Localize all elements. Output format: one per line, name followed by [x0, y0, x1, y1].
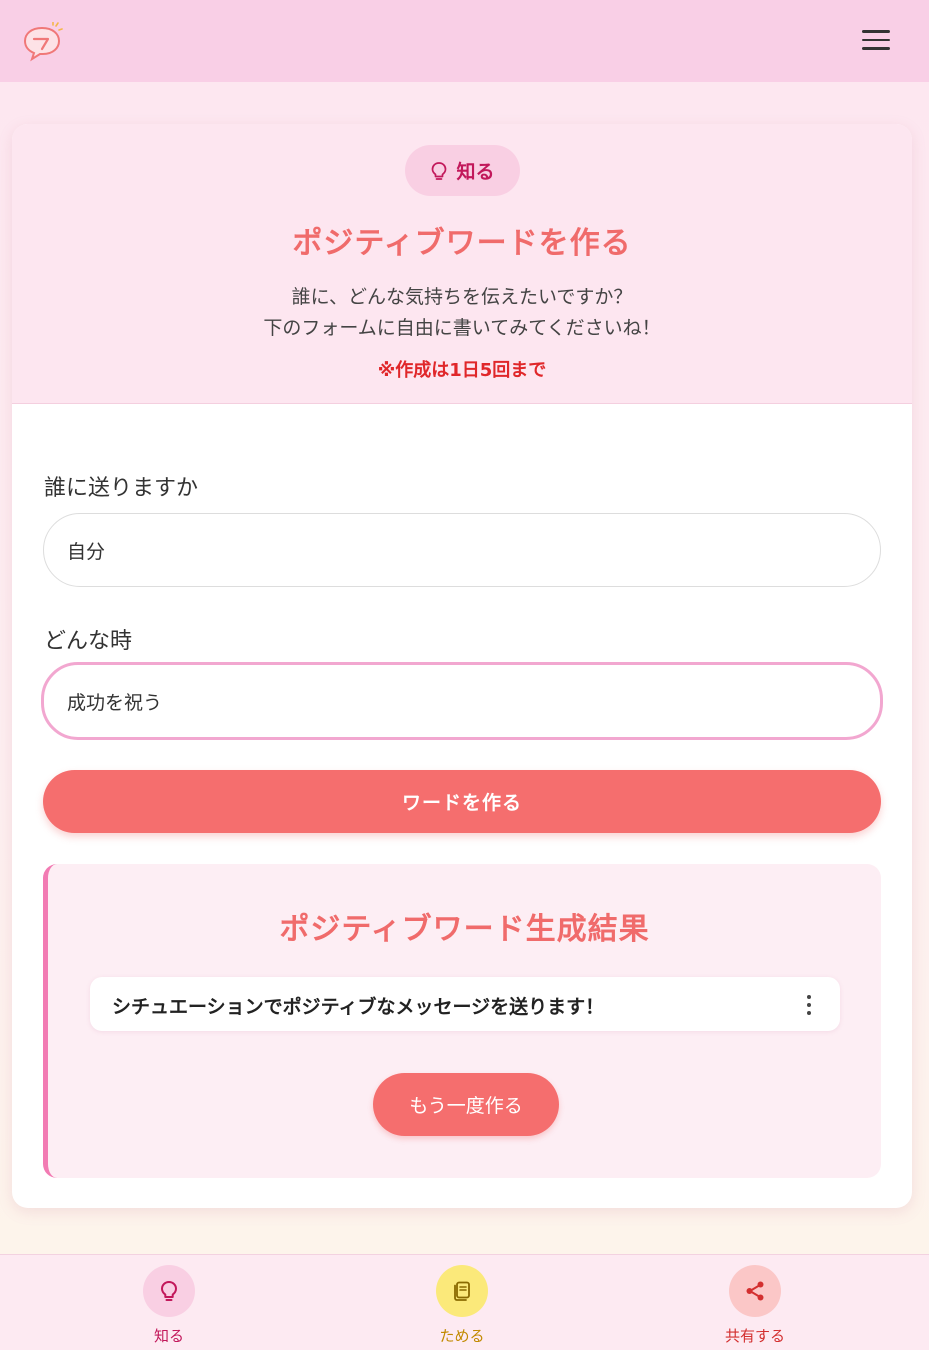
nav-item-save[interactable]: ためる	[402, 1265, 522, 1347]
category-badge: 知る	[405, 145, 520, 196]
occasion-label: どんな時	[44, 629, 133, 654]
lightbulb-icon	[432, 161, 447, 180]
recipient-input[interactable]	[43, 513, 881, 587]
more-vertical-icon[interactable]	[804, 995, 814, 1015]
top-bar	[0, 0, 929, 82]
nav-label-learn: 知る	[153, 1327, 184, 1345]
result-item: シチュエーションでポジティブなメッセージを送ります！	[90, 977, 840, 1031]
nav-item-learn[interactable]: 知る	[109, 1265, 229, 1347]
bottom-nav: 知る ためる 共有する	[0, 1254, 929, 1350]
hamburger-menu-icon[interactable]	[862, 30, 890, 54]
page-title: ポジティブワードを作る	[292, 226, 632, 261]
result-title: ポジティブワード生成結果	[279, 912, 650, 947]
retry-button[interactable]: もう一度作る	[373, 1073, 559, 1136]
share-icon	[729, 1265, 781, 1317]
subtitle-line-1: 誰に、どんな気持ちを伝えたいですか？	[291, 286, 633, 308]
badge-label: 知る	[456, 161, 495, 183]
subtitle-line-2: 下のフォームに自由に書いてみてくださいね！	[263, 317, 661, 339]
speech-bubble-logo-icon[interactable]	[22, 21, 64, 62]
intro-section: 知る ポジティブワードを作る 誰に、どんな気持ちを伝えたいですか？ 下のフォーム…	[12, 124, 912, 404]
result-panel: ポジティブワード生成結果 シチュエーションでポジティブなメッセージを送ります！ …	[43, 864, 881, 1178]
limit-note: ※作成は1日5回まで	[377, 360, 547, 381]
notebook-icon	[436, 1265, 488, 1317]
nav-label-save: ためる	[439, 1327, 485, 1345]
nav-item-share[interactable]: 共有する	[695, 1265, 815, 1347]
occasion-input[interactable]	[41, 662, 883, 740]
lightbulb-icon	[143, 1265, 195, 1317]
recipient-label: 誰に送りますか	[44, 476, 199, 501]
result-text: シチュエーションでポジティブなメッセージを送ります！	[112, 996, 605, 1018]
main-card: 知る ポジティブワードを作る 誰に、どんな気持ちを伝えたいですか？ 下のフォーム…	[12, 124, 912, 1208]
make-word-button[interactable]: ワードを作る	[43, 770, 881, 833]
nav-label-share: 共有する	[724, 1327, 785, 1345]
